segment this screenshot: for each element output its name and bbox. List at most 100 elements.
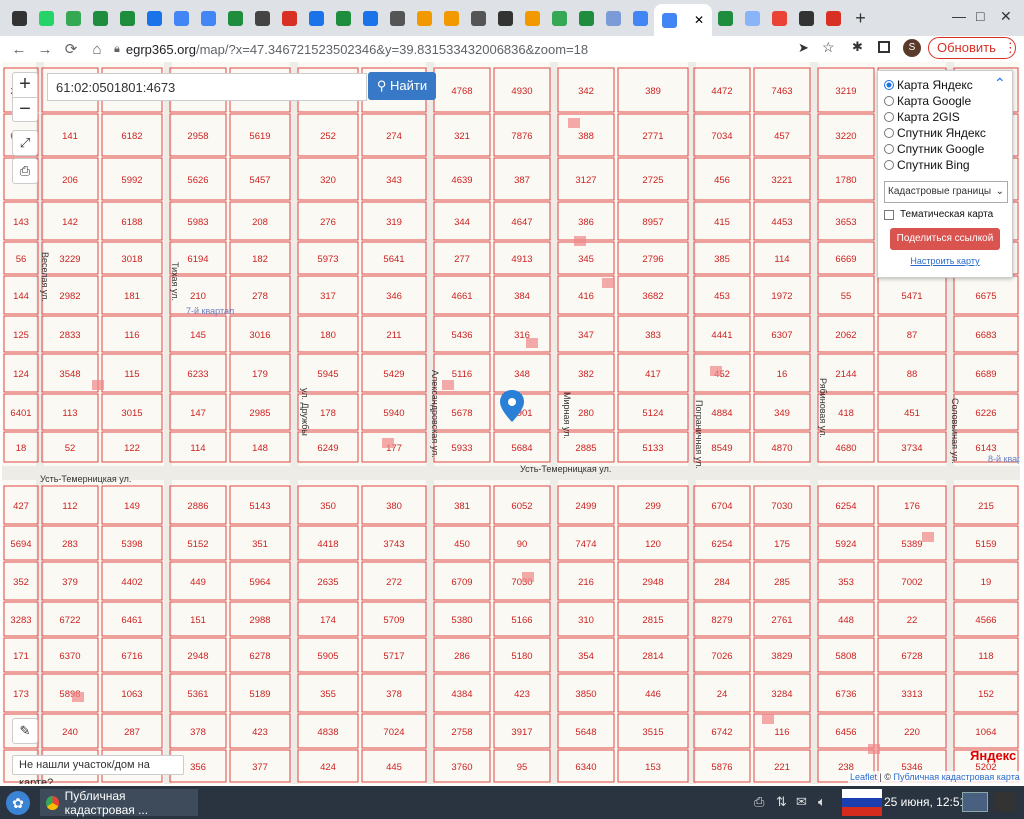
- address-bar[interactable]: 🔒︎ egrp365.org/map/?x=47.346721523502346…: [114, 38, 848, 60]
- tab[interactable]: [249, 4, 276, 32]
- tab[interactable]: [712, 4, 739, 32]
- parcel-number: 153: [645, 762, 661, 773]
- share-link-button[interactable]: Поделиться ссылкой: [890, 228, 1000, 250]
- layer-option[interactable]: Карта 2GIS: [884, 109, 1006, 125]
- reload-button[interactable]: ⟳: [58, 40, 84, 58]
- print-button[interactable]: ⎙: [12, 158, 38, 184]
- tab[interactable]: [195, 4, 222, 32]
- tab[interactable]: [87, 4, 114, 32]
- tab[interactable]: [357, 4, 384, 32]
- leaflet-link[interactable]: Leaflet: [850, 772, 877, 782]
- home-button[interactable]: ⌂: [84, 41, 110, 58]
- close-tab-icon[interactable]: ✕: [694, 13, 704, 27]
- extensions-icon[interactable]: ✱: [852, 39, 863, 55]
- window-maximize-button[interactable]: □: [976, 8, 984, 24]
- map-canvas[interactable]: 2792448641034894596881165947684930342389…: [2, 62, 1020, 784]
- tab[interactable]: [546, 4, 573, 32]
- parcel-number: 215: [978, 501, 994, 512]
- not-found-button[interactable]: Не нашли участок/дом на карте?: [12, 755, 184, 784]
- mail-icon[interactable]: ✉: [796, 794, 807, 810]
- overlay-select[interactable]: Кадастровые границы ⌄: [884, 181, 1008, 203]
- parcel-number: 152: [978, 689, 994, 700]
- tab[interactable]: [60, 4, 87, 32]
- measure-button[interactable]: ✎: [12, 718, 38, 744]
- tab[interactable]: [519, 4, 546, 32]
- checkbox-box[interactable]: [884, 209, 894, 220]
- layer-option-label: Карта Google: [897, 94, 972, 108]
- tab[interactable]: [222, 4, 249, 32]
- tab[interactable]: [33, 4, 60, 32]
- tab[interactable]: [384, 4, 411, 32]
- tab[interactable]: [573, 4, 600, 32]
- workspace-icon[interactable]: [962, 792, 988, 812]
- tab[interactable]: [820, 4, 847, 32]
- start-menu-icon[interactable]: ✿: [6, 791, 30, 815]
- parcel-number: 285: [774, 577, 790, 588]
- tab[interactable]: [438, 4, 465, 32]
- tab[interactable]: [465, 4, 492, 32]
- layer-option[interactable]: Карта Яндекс: [884, 77, 1006, 93]
- new-tab-button[interactable]: +: [847, 4, 874, 32]
- network-icon[interactable]: ⇅: [776, 794, 787, 810]
- tab[interactable]: [114, 4, 141, 32]
- tab[interactable]: [793, 4, 820, 32]
- tab[interactable]: [600, 4, 627, 32]
- sidebar-icon[interactable]: [878, 41, 890, 53]
- radio-icon[interactable]: [884, 128, 894, 138]
- avatar[interactable]: S: [903, 39, 921, 57]
- tab[interactable]: [141, 4, 168, 32]
- layer-option[interactable]: Спутник Bing: [884, 157, 1006, 173]
- find-button[interactable]: ⚲ Найти: [368, 72, 436, 100]
- printer-icon[interactable]: ⎙: [754, 794, 764, 810]
- parcel-number: 7030: [771, 501, 792, 512]
- volume-icon[interactable]: 🔈︎: [818, 794, 826, 810]
- radio-icon[interactable]: [884, 80, 894, 90]
- parcel-number: 175: [774, 539, 790, 550]
- taskbar-chrome-window[interactable]: Публичная кадастровая ...: [40, 789, 198, 817]
- layer-option[interactable]: Спутник Яндекс: [884, 125, 1006, 141]
- thematic-map-checkbox[interactable]: Тематическая карта: [884, 209, 1006, 220]
- tab[interactable]: [627, 4, 654, 32]
- tab[interactable]: [766, 4, 793, 32]
- cadastral-map[interactable]: 2792448641034894596881165947684930342389…: [2, 62, 1020, 784]
- star-icon[interactable]: ☆: [822, 39, 835, 56]
- parcel-number: 453: [714, 291, 730, 302]
- tab-active[interactable]: ✕: [654, 4, 712, 36]
- collapse-chevron-icon[interactable]: ⌃: [994, 75, 1006, 92]
- fullscreen-button[interactable]: ⤢: [12, 130, 38, 156]
- zoom-in-button[interactable]: +: [13, 73, 37, 97]
- window-minimize-button[interactable]: —: [952, 8, 966, 24]
- tab[interactable]: [303, 4, 330, 32]
- tab[interactable]: [330, 4, 357, 32]
- zoom-out-button[interactable]: −: [13, 97, 37, 121]
- tab[interactable]: [492, 4, 519, 32]
- cadastral-search-input[interactable]: 61:02:0501801:4673: [47, 73, 367, 101]
- show-desktop-icon[interactable]: [994, 792, 1016, 812]
- parcel-number: 7876: [511, 131, 532, 142]
- parcel-number: 5159: [975, 539, 996, 550]
- parcel-number: 6722: [59, 615, 80, 626]
- parcel-number: 5471: [901, 291, 922, 302]
- parcel-number: 2814: [642, 651, 663, 662]
- send-icon[interactable]: ➤: [798, 40, 809, 56]
- tab[interactable]: [276, 4, 303, 32]
- tab[interactable]: [739, 4, 766, 32]
- tab[interactable]: [6, 4, 33, 32]
- tab[interactable]: [168, 4, 195, 32]
- tab-favicon: [39, 10, 54, 26]
- window-close-button[interactable]: ✕: [1000, 8, 1012, 25]
- radio-icon[interactable]: [884, 96, 894, 106]
- back-button[interactable]: ←: [6, 41, 32, 58]
- keyboard-layout-flag-icon[interactable]: [842, 789, 882, 816]
- forward-button[interactable]: →: [32, 41, 58, 58]
- layer-option[interactable]: Спутник Google: [884, 141, 1006, 157]
- pkk-link[interactable]: Публичная кадастровая карта: [894, 772, 1020, 782]
- radio-icon[interactable]: [884, 160, 894, 170]
- update-button[interactable]: Обновить ⋮: [928, 37, 1017, 59]
- tab[interactable]: [411, 4, 438, 32]
- configure-map-link[interactable]: Настроить карту: [884, 256, 1006, 266]
- parcel-number: 346: [386, 291, 402, 302]
- layer-option[interactable]: Карта Google: [884, 93, 1006, 109]
- radio-icon[interactable]: [884, 112, 894, 122]
- radio-icon[interactable]: [884, 144, 894, 154]
